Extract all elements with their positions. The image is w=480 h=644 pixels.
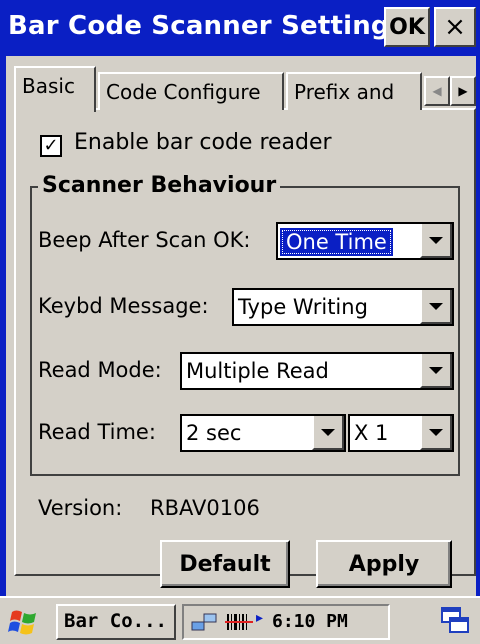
- windows-flag-icon: [8, 610, 36, 635]
- start-button[interactable]: [6, 606, 42, 638]
- network-icon[interactable]: [190, 610, 220, 634]
- window-border-left: [0, 56, 6, 596]
- tab-code-configure[interactable]: Code Configure: [98, 72, 284, 110]
- beep-select[interactable]: One Time: [276, 222, 454, 260]
- read-mode-select[interactable]: Multiple Read: [180, 352, 454, 390]
- chevron-down-icon: [429, 302, 443, 310]
- show-desktop-icon[interactable]: [440, 606, 470, 636]
- chevron-down-icon: [321, 428, 335, 436]
- read-time-select[interactable]: 2 sec: [180, 414, 346, 452]
- tab-prefix-and[interactable]: Prefix and: [286, 72, 422, 110]
- window-title: Bar Code Scanner Settings: [8, 11, 406, 41]
- beep-dropdown-button[interactable]: [420, 224, 452, 258]
- read-mode-dropdown-button[interactable]: [420, 354, 452, 388]
- barcode-icon[interactable]: [224, 610, 254, 634]
- beep-value: One Time: [280, 228, 393, 256]
- default-button[interactable]: Default: [160, 540, 290, 588]
- read-mode-value: Multiple Read: [186, 359, 329, 383]
- chevron-down-icon: [429, 236, 443, 244]
- chevron-down-icon: [429, 366, 443, 374]
- keybd-value: Type Writing: [238, 295, 368, 319]
- window-border-right: [476, 56, 480, 596]
- tab-scroll-left-button[interactable]: ◀: [424, 76, 450, 106]
- clock[interactable]: 6:10 PM: [272, 611, 348, 632]
- taskbar: Bar Co... ▸ 6:10 PM: [0, 596, 480, 644]
- read-time-value: 2 sec: [186, 421, 242, 445]
- taskbar-app-button[interactable]: Bar Co...: [56, 604, 176, 640]
- tab-strip: Basic Code Configure Prefix and ◀ ▶: [14, 66, 476, 112]
- title-bar: Bar Code Scanner Settings OK ×: [0, 0, 480, 56]
- system-tray: ▸ 6:10 PM: [182, 604, 390, 640]
- chevron-left-icon: ◀: [432, 84, 442, 98]
- chevron-right-icon: ▶: [458, 84, 468, 98]
- read-time-multiplier-value: X 1: [354, 421, 389, 445]
- read-time-multiplier-select[interactable]: X 1: [348, 414, 454, 452]
- tab-basic[interactable]: Basic: [14, 66, 96, 112]
- read-mode-label: Read Mode:: [38, 358, 162, 382]
- enable-reader-label[interactable]: Enable bar code reader: [74, 130, 332, 155]
- tray-arrow-icon[interactable]: ▸: [256, 610, 263, 626]
- keybd-label: Keybd Message:: [38, 294, 209, 318]
- read-time-dropdown-button[interactable]: [312, 416, 344, 450]
- tab-scroll-right-button[interactable]: ▶: [450, 76, 476, 106]
- apply-button[interactable]: Apply: [316, 540, 452, 588]
- multiplier-dropdown-button[interactable]: [420, 416, 452, 450]
- close-button[interactable]: ×: [434, 7, 476, 47]
- version-label: Version:: [38, 496, 123, 520]
- chevron-down-icon: [429, 428, 443, 436]
- keybd-select[interactable]: Type Writing: [232, 288, 454, 326]
- ok-button[interactable]: OK: [384, 7, 430, 47]
- enable-reader-checkbox[interactable]: ✓: [40, 135, 62, 157]
- scanner-behaviour-title: Scanner Behaviour: [38, 173, 281, 198]
- keybd-dropdown-button[interactable]: [420, 290, 452, 324]
- version-value: RBAV0106: [150, 496, 260, 520]
- beep-label: Beep After Scan OK:: [38, 228, 251, 252]
- read-time-label: Read Time:: [38, 420, 156, 444]
